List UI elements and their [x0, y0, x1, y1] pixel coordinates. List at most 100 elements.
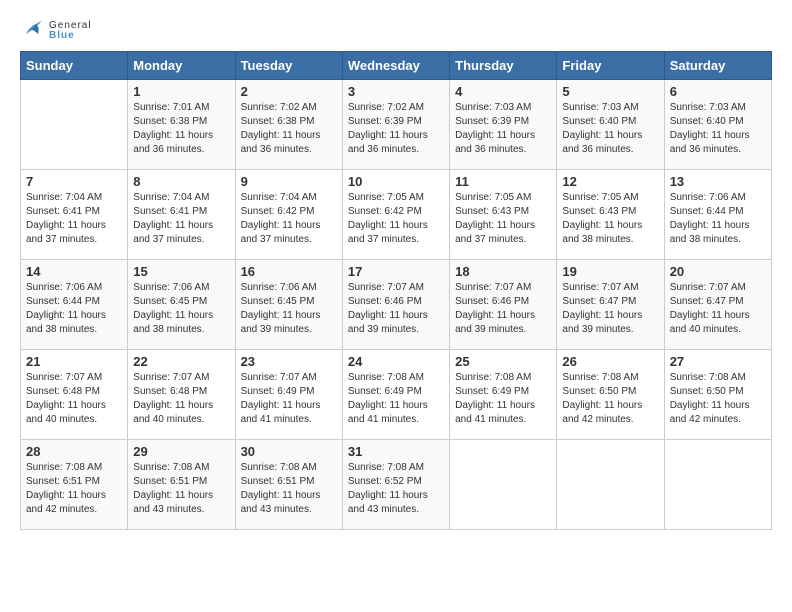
day-number: 11: [455, 174, 551, 189]
calendar-table: SundayMondayTuesdayWednesdayThursdayFrid…: [20, 51, 772, 530]
day-info: Sunrise: 7:06 AM Sunset: 6:45 PM Dayligh…: [241, 281, 337, 337]
day-number: 26: [562, 354, 658, 369]
day-cell: [21, 80, 128, 170]
day-cell: 3 Sunrise: 7:02 AM Sunset: 6:39 PM Daylig…: [342, 80, 449, 170]
header-cell-friday: Friday: [557, 52, 664, 80]
week-row-1: 1 Sunrise: 7:01 AM Sunset: 6:38 PM Daylig…: [21, 80, 772, 170]
week-row-3: 14 Sunrise: 7:06 AM Sunset: 6:44 PM Dayli…: [21, 260, 772, 350]
day-info: Sunrise: 7:01 AM Sunset: 6:38 PM Dayligh…: [133, 101, 229, 157]
day-cell: 2 Sunrise: 7:02 AM Sunset: 6:38 PM Daylig…: [235, 80, 342, 170]
day-info: Sunrise: 7:07 AM Sunset: 6:49 PM Dayligh…: [241, 371, 337, 427]
day-number: 3: [348, 84, 444, 99]
header-cell-monday: Monday: [128, 52, 235, 80]
day-info: Sunrise: 7:02 AM Sunset: 6:38 PM Dayligh…: [241, 101, 337, 157]
day-info: Sunrise: 7:06 AM Sunset: 6:44 PM Dayligh…: [26, 281, 122, 337]
header-cell-saturday: Saturday: [664, 52, 771, 80]
day-info: Sunrise: 7:06 AM Sunset: 6:45 PM Dayligh…: [133, 281, 229, 337]
day-info: Sunrise: 7:04 AM Sunset: 6:41 PM Dayligh…: [133, 191, 229, 247]
day-cell: 13 Sunrise: 7:06 AM Sunset: 6:44 PM Dayli…: [664, 170, 771, 260]
day-info: Sunrise: 7:07 AM Sunset: 6:46 PM Dayligh…: [455, 281, 551, 337]
week-row-5: 28 Sunrise: 7:08 AM Sunset: 6:51 PM Dayli…: [21, 440, 772, 530]
day-number: 8: [133, 174, 229, 189]
day-number: 6: [670, 84, 766, 99]
day-number: 17: [348, 264, 444, 279]
day-info: Sunrise: 7:05 AM Sunset: 6:43 PM Dayligh…: [562, 191, 658, 247]
day-number: 9: [241, 174, 337, 189]
day-number: 21: [26, 354, 122, 369]
day-cell: 31 Sunrise: 7:08 AM Sunset: 6:52 PM Dayli…: [342, 440, 449, 530]
day-number: 24: [348, 354, 444, 369]
day-cell: 10Sunrise: 7:05 AM Sunset: 6:42 PM Dayli…: [342, 170, 449, 260]
day-cell: 29 Sunrise: 7:08 AM Sunset: 6:51 PM Dayli…: [128, 440, 235, 530]
day-number: 30: [241, 444, 337, 459]
day-info: Sunrise: 7:04 AM Sunset: 6:42 PM Dayligh…: [241, 191, 337, 247]
day-info: Sunrise: 7:08 AM Sunset: 6:52 PM Dayligh…: [348, 461, 444, 517]
day-cell: 23 Sunrise: 7:07 AM Sunset: 6:49 PM Dayli…: [235, 350, 342, 440]
header-cell-thursday: Thursday: [450, 52, 557, 80]
day-cell: 21Sunrise: 7:07 AM Sunset: 6:48 PM Dayli…: [21, 350, 128, 440]
day-number: 16: [241, 264, 337, 279]
day-number: 7: [26, 174, 122, 189]
page-header: General Blue: [20, 20, 772, 41]
day-cell: 6 Sunrise: 7:03 AM Sunset: 6:40 PM Daylig…: [664, 80, 771, 170]
day-number: 15: [133, 264, 229, 279]
day-number: 2: [241, 84, 337, 99]
day-cell: 7 Sunrise: 7:04 AM Sunset: 6:41 PM Daylig…: [21, 170, 128, 260]
logo-bird-icon: [22, 20, 44, 40]
logo-text-top: General: [49, 21, 92, 31]
day-cell: 12 Sunrise: 7:05 AM Sunset: 6:43 PM Dayli…: [557, 170, 664, 260]
logo: General Blue: [20, 20, 92, 41]
day-number: 18: [455, 264, 551, 279]
day-cell: 30 Sunrise: 7:08 AM Sunset: 6:51 PM Dayli…: [235, 440, 342, 530]
logo-text-bottom: Blue: [49, 31, 92, 41]
day-number: 23: [241, 354, 337, 369]
day-cell: 20 Sunrise: 7:07 AM Sunset: 6:47 PM Dayli…: [664, 260, 771, 350]
day-cell: 17 Sunrise: 7:07 AM Sunset: 6:46 PM Dayli…: [342, 260, 449, 350]
day-info: Sunrise: 7:08 AM Sunset: 6:50 PM Dayligh…: [562, 371, 658, 427]
day-number: 1: [133, 84, 229, 99]
day-info: Sunrise: 7:08 AM Sunset: 6:50 PM Dayligh…: [670, 371, 766, 427]
day-number: 4: [455, 84, 551, 99]
day-number: 14: [26, 264, 122, 279]
day-info: Sunrise: 7:03 AM Sunset: 6:40 PM Dayligh…: [562, 101, 658, 157]
day-info: Sunrise: 7:08 AM Sunset: 6:49 PM Dayligh…: [455, 371, 551, 427]
day-number: 5: [562, 84, 658, 99]
day-number: 19: [562, 264, 658, 279]
day-cell: 11Sunrise: 7:05 AM Sunset: 6:43 PM Dayli…: [450, 170, 557, 260]
day-info: Sunrise: 7:06 AM Sunset: 6:44 PM Dayligh…: [670, 191, 766, 247]
day-info: Sunrise: 7:07 AM Sunset: 6:47 PM Dayligh…: [562, 281, 658, 337]
day-cell: 15 Sunrise: 7:06 AM Sunset: 6:45 PM Dayli…: [128, 260, 235, 350]
day-cell: 24 Sunrise: 7:08 AM Sunset: 6:49 PM Dayli…: [342, 350, 449, 440]
header-cell-tuesday: Tuesday: [235, 52, 342, 80]
day-info: Sunrise: 7:08 AM Sunset: 6:51 PM Dayligh…: [241, 461, 337, 517]
day-number: 28: [26, 444, 122, 459]
day-number: 31: [348, 444, 444, 459]
day-cell: 27Sunrise: 7:08 AM Sunset: 6:50 PM Dayli…: [664, 350, 771, 440]
day-cell: [450, 440, 557, 530]
day-info: Sunrise: 7:02 AM Sunset: 6:39 PM Dayligh…: [348, 101, 444, 157]
day-number: 12: [562, 174, 658, 189]
day-cell: 22Sunrise: 7:07 AM Sunset: 6:48 PM Dayli…: [128, 350, 235, 440]
day-info: Sunrise: 7:03 AM Sunset: 6:40 PM Dayligh…: [670, 101, 766, 157]
day-cell: 9 Sunrise: 7:04 AM Sunset: 6:42 PM Daylig…: [235, 170, 342, 260]
day-info: Sunrise: 7:08 AM Sunset: 6:51 PM Dayligh…: [133, 461, 229, 517]
day-cell: 16 Sunrise: 7:06 AM Sunset: 6:45 PM Dayli…: [235, 260, 342, 350]
day-cell: 19 Sunrise: 7:07 AM Sunset: 6:47 PM Dayli…: [557, 260, 664, 350]
day-cell: 14 Sunrise: 7:06 AM Sunset: 6:44 PM Dayli…: [21, 260, 128, 350]
day-cell: 8 Sunrise: 7:04 AM Sunset: 6:41 PM Daylig…: [128, 170, 235, 260]
day-info: Sunrise: 7:04 AM Sunset: 6:41 PM Dayligh…: [26, 191, 122, 247]
week-row-2: 7 Sunrise: 7:04 AM Sunset: 6:41 PM Daylig…: [21, 170, 772, 260]
day-number: 13: [670, 174, 766, 189]
day-cell: 4Sunrise: 7:03 AM Sunset: 6:39 PM Daylig…: [450, 80, 557, 170]
week-row-4: 21Sunrise: 7:07 AM Sunset: 6:48 PM Dayli…: [21, 350, 772, 440]
day-info: Sunrise: 7:07 AM Sunset: 6:46 PM Dayligh…: [348, 281, 444, 337]
day-cell: 25 Sunrise: 7:08 AM Sunset: 6:49 PM Dayli…: [450, 350, 557, 440]
day-cell: [664, 440, 771, 530]
day-info: Sunrise: 7:07 AM Sunset: 6:47 PM Dayligh…: [670, 281, 766, 337]
day-number: 29: [133, 444, 229, 459]
day-cell: 18 Sunrise: 7:07 AM Sunset: 6:46 PM Dayli…: [450, 260, 557, 350]
day-info: Sunrise: 7:05 AM Sunset: 6:42 PM Dayligh…: [348, 191, 444, 247]
day-number: 25: [455, 354, 551, 369]
day-number: 20: [670, 264, 766, 279]
day-info: Sunrise: 7:08 AM Sunset: 6:49 PM Dayligh…: [348, 371, 444, 427]
